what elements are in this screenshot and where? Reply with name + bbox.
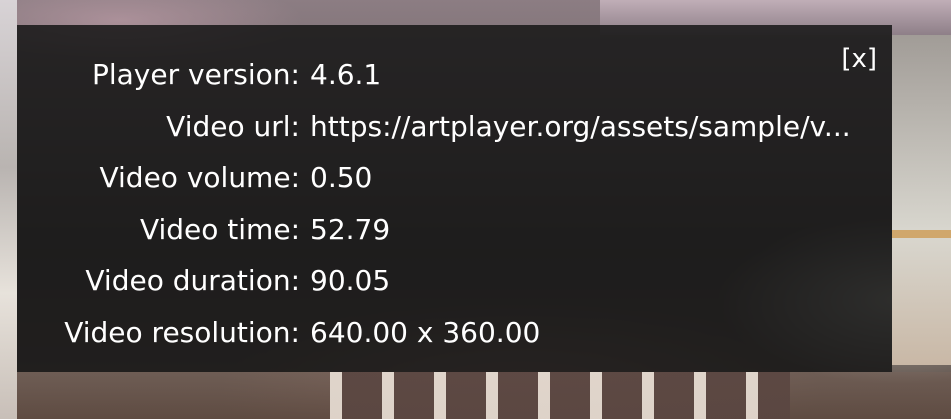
info-row-video-resolution: Video resolution: 640.00 x 360.00 [17, 307, 892, 359]
video-frame-right-wall [892, 35, 951, 365]
info-value: 640.00 x 360.00 [310, 315, 541, 349]
video-frame-railing [330, 372, 790, 419]
info-value: 52.79 [310, 212, 391, 246]
info-row-video-url: Video url: https://artplayer.org/assets/… [17, 101, 892, 153]
info-value: 0.50 [310, 161, 373, 194]
info-label: Video volume: [99, 161, 300, 194]
info-label: Video url: [166, 109, 300, 143]
video-info-panel: [x] Player version: 4.6.1 Video url: htt… [17, 25, 892, 372]
video-frame-shelf [892, 230, 951, 238]
info-label: Video duration: [85, 264, 300, 297]
close-info-panel-button[interactable]: [x] [841, 43, 877, 75]
info-row-player-version: Player version: 4.6.1 [17, 49, 892, 101]
info-label: Player version: [91, 58, 300, 91]
info-row-video-time: Video time: 52.79 [17, 204, 892, 256]
video-frame-left-edge [0, 0, 17, 419]
info-label: Video resolution: [64, 315, 300, 349]
info-row-video-duration: Video duration: 90.05 [17, 255, 892, 307]
info-value: 4.6.1 [310, 58, 382, 91]
info-value: https://artplayer.org/assets/sample/v... [310, 109, 851, 143]
info-row-video-volume: Video volume: 0.50 [17, 152, 892, 204]
info-value: 90.05 [310, 264, 391, 297]
info-label: Video time: [139, 212, 300, 246]
